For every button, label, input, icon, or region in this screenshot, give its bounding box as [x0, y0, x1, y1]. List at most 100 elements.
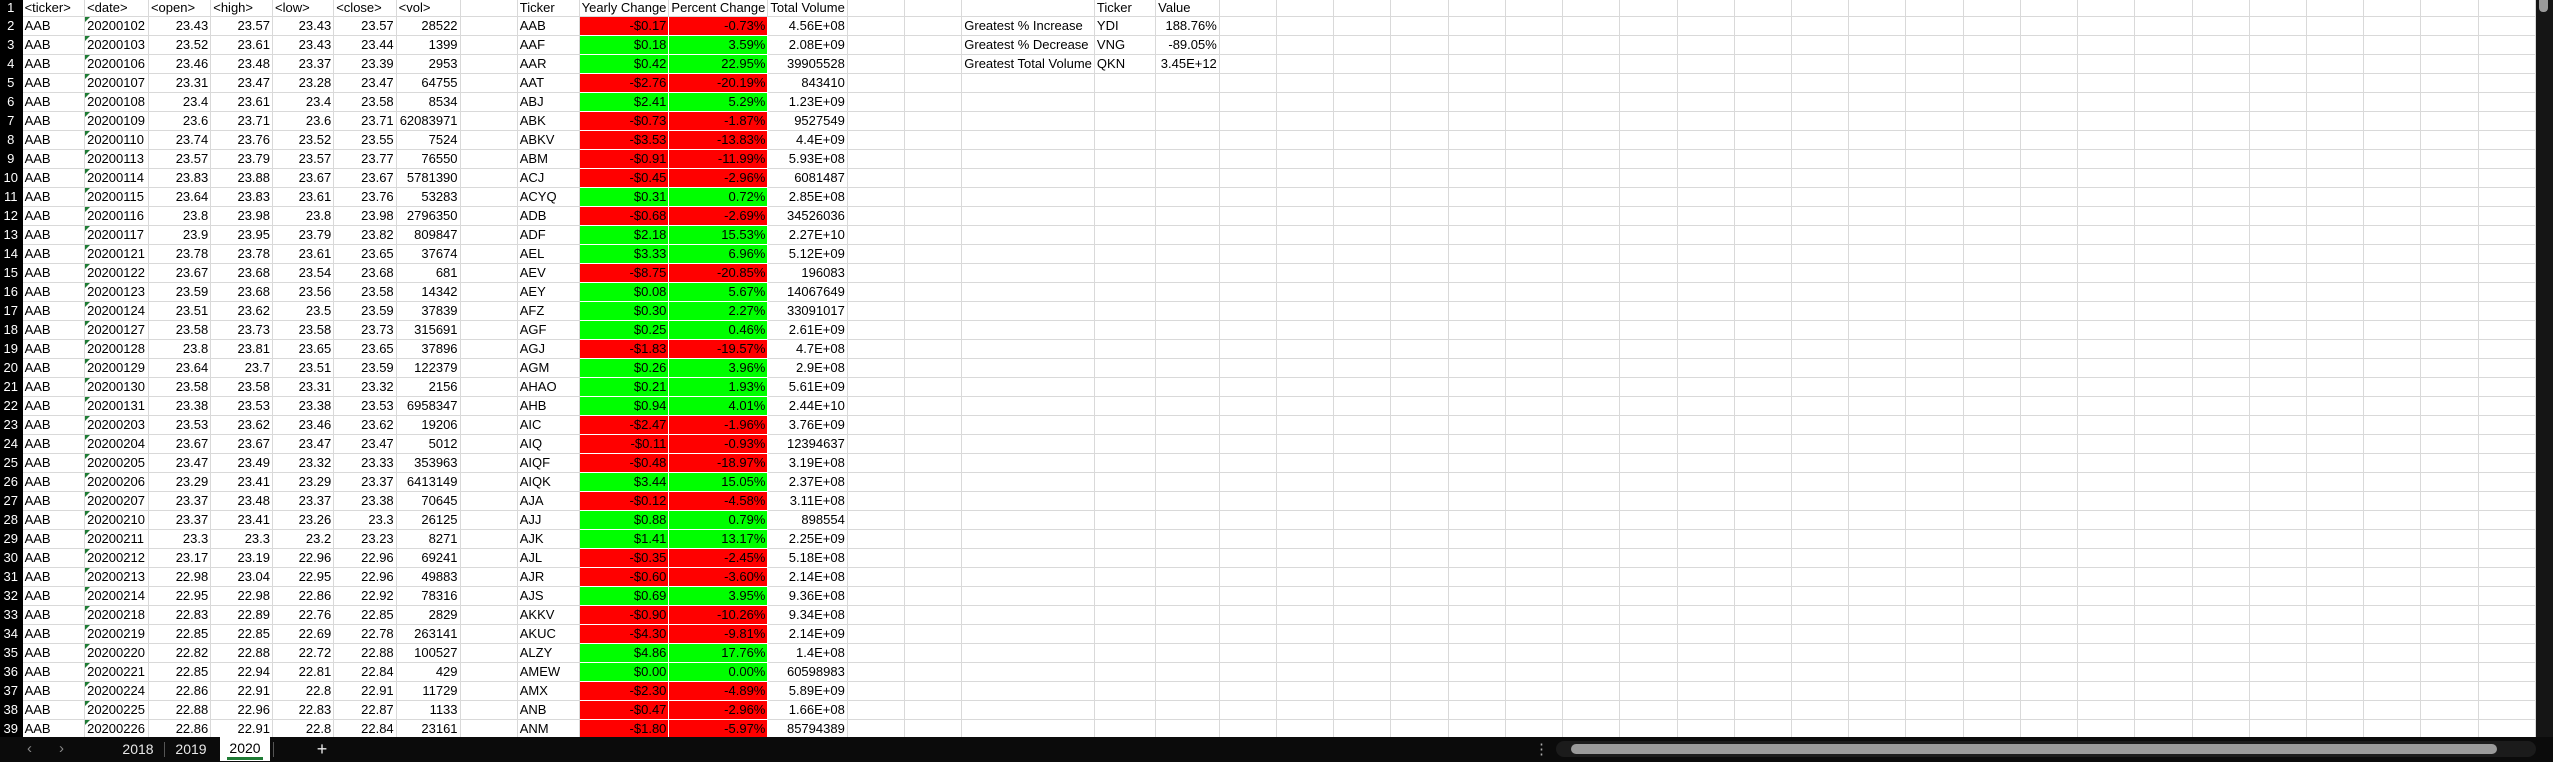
cell-value[interactable]: 23.39: [333, 54, 397, 74]
cell-value[interactable]: ACJ: [517, 168, 580, 188]
cell[interactable]: [1791, 396, 1850, 416]
cell[interactable]: [1219, 111, 1278, 131]
cell[interactable]: [1219, 54, 1278, 74]
cell[interactable]: [1155, 415, 1220, 435]
cell-value[interactable]: 1133: [396, 700, 461, 720]
cell[interactable]: [1848, 149, 1907, 169]
cell[interactable]: [1963, 168, 2021, 188]
cell[interactable]: [1276, 111, 1335, 131]
cell-value[interactable]: AAB: [22, 472, 86, 492]
cell[interactable]: [1619, 282, 1678, 302]
cell[interactable]: [1505, 491, 1564, 511]
cell-value[interactable]: 263141: [396, 624, 461, 644]
cell[interactable]: [2306, 282, 2365, 302]
cell[interactable]: [1734, 149, 1792, 169]
cell-value[interactable]: ALZY: [517, 643, 580, 663]
cell[interactable]: [1734, 282, 1792, 302]
cell[interactable]: [2077, 111, 2136, 131]
cell-value[interactable]: AFZ: [517, 301, 580, 321]
cell-value[interactable]: -4.58%: [668, 491, 768, 510]
cell[interactable]: [1848, 453, 1907, 473]
cell[interactable]: [2134, 643, 2193, 663]
cell[interactable]: [1390, 149, 1449, 169]
cell-value[interactable]: 4.56E+08: [767, 16, 848, 36]
cell[interactable]: [1963, 377, 2021, 397]
cell[interactable]: [1505, 301, 1564, 321]
cell[interactable]: [460, 282, 518, 302]
row-header[interactable]: 9: [0, 149, 23, 169]
cell[interactable]: [2306, 377, 2365, 397]
cell[interactable]: [1848, 54, 1907, 74]
cell-value[interactable]: 8271: [396, 529, 461, 549]
cell-value[interactable]: 23.57: [148, 149, 212, 169]
row-header[interactable]: 10: [0, 168, 23, 188]
cell-value[interactable]: 22.92: [333, 586, 397, 606]
cell[interactable]: [961, 187, 1095, 207]
cell-value[interactable]: 78316: [396, 586, 461, 606]
cell[interactable]: [1333, 358, 1392, 378]
cell-value[interactable]: 23.17: [148, 548, 212, 568]
cell-value[interactable]: -10.26%: [668, 605, 768, 624]
cell-value[interactable]: 20200107: [84, 73, 149, 93]
cell[interactable]: [1619, 453, 1678, 473]
cell[interactable]: [2420, 358, 2479, 378]
cell[interactable]: [2020, 510, 2079, 530]
cell[interactable]: [2077, 377, 2136, 397]
cell[interactable]: [1276, 586, 1335, 606]
cell[interactable]: [904, 35, 963, 55]
cell[interactable]: [2249, 187, 2307, 207]
cell[interactable]: [2192, 529, 2250, 549]
cell-value[interactable]: 12394637: [767, 434, 848, 454]
cell-value[interactable]: ABM: [517, 149, 580, 169]
cell[interactable]: [1562, 73, 1621, 93]
cell-value[interactable]: 23.98: [333, 206, 397, 226]
cell[interactable]: [904, 282, 963, 302]
cell[interactable]: [1905, 35, 1964, 55]
cell[interactable]: [1963, 453, 2021, 473]
cell[interactable]: [1333, 320, 1392, 340]
cell[interactable]: [2077, 225, 2136, 245]
cell[interactable]: [1390, 301, 1449, 321]
cell-value[interactable]: 23.88: [210, 168, 274, 188]
cell[interactable]: [1505, 73, 1564, 93]
cell[interactable]: [847, 206, 906, 226]
cell[interactable]: [2020, 719, 2079, 737]
cell[interactable]: [961, 586, 1095, 606]
cell[interactable]: [1848, 244, 1907, 264]
cell[interactable]: [1155, 320, 1220, 340]
cell[interactable]: [1848, 301, 1907, 321]
cell-value[interactable]: 23161: [396, 719, 461, 737]
cell[interactable]: [2478, 529, 2536, 549]
cell-value[interactable]: 23.57: [210, 16, 274, 36]
cell[interactable]: [1505, 263, 1564, 283]
cell[interactable]: [1791, 491, 1850, 511]
cell[interactable]: [2192, 567, 2250, 587]
cell[interactable]: [2077, 586, 2136, 606]
cell-value[interactable]: AJS: [517, 586, 580, 606]
cell[interactable]: [961, 92, 1095, 112]
cell[interactable]: [2249, 434, 2307, 454]
cell[interactable]: [1219, 0, 1278, 17]
cell-value[interactable]: 23.58: [210, 377, 274, 397]
cell-value[interactable]: -$0.91: [579, 149, 669, 168]
cell[interactable]: [1155, 700, 1220, 720]
cell[interactable]: [1276, 16, 1335, 36]
cell-value[interactable]: 22.85: [148, 624, 212, 644]
cell[interactable]: [2134, 396, 2193, 416]
cell[interactable]: [1219, 586, 1278, 606]
cell[interactable]: [1905, 92, 1964, 112]
cell-value[interactable]: 20200113: [84, 149, 149, 169]
cell[interactable]: [2077, 339, 2136, 359]
cell-value[interactable]: 22.86: [148, 719, 212, 737]
cell[interactable]: [2478, 339, 2536, 359]
cell[interactable]: [1333, 681, 1392, 701]
cell[interactable]: [961, 168, 1095, 188]
cell[interactable]: [1448, 586, 1506, 606]
cell-value[interactable]: $0.08: [579, 282, 669, 301]
cell-value[interactable]: AEL: [517, 244, 580, 264]
cell[interactable]: [1448, 472, 1506, 492]
cell[interactable]: [2478, 662, 2536, 682]
cell-value[interactable]: 22.88: [210, 643, 274, 663]
cell[interactable]: [1905, 662, 1964, 682]
cell[interactable]: [1390, 130, 1449, 150]
